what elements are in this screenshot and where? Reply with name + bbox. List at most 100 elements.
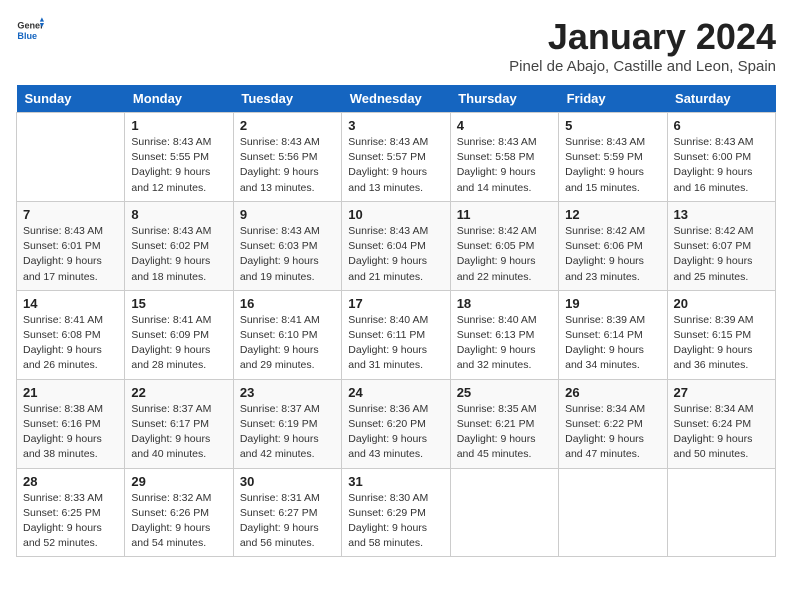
cell-text: Sunrise: 8:33 AM Sunset: 6:25 PM Dayligh… <box>23 491 118 552</box>
calendar-cell <box>17 113 125 202</box>
calendar-cell: 17 Sunrise: 8:40 AM Sunset: 6:11 PM Dayli… <box>342 290 450 379</box>
day-number: 20 <box>674 296 769 311</box>
week-row-1: 1 Sunrise: 8:43 AM Sunset: 5:55 PM Daylig… <box>17 113 776 202</box>
calendar-cell: 15 Sunrise: 8:41 AM Sunset: 6:09 PM Dayli… <box>125 290 233 379</box>
cell-text: Sunrise: 8:42 AM Sunset: 6:05 PM Dayligh… <box>457 224 552 285</box>
week-row-3: 14 Sunrise: 8:41 AM Sunset: 6:08 PM Dayli… <box>17 290 776 379</box>
day-number: 25 <box>457 385 552 400</box>
day-number: 2 <box>240 118 335 133</box>
cell-text: Sunrise: 8:42 AM Sunset: 6:07 PM Dayligh… <box>674 224 769 285</box>
calendar-cell: 12 Sunrise: 8:42 AM Sunset: 6:06 PM Dayli… <box>559 201 667 290</box>
cell-text: Sunrise: 8:40 AM Sunset: 6:11 PM Dayligh… <box>348 313 443 374</box>
cell-text: Sunrise: 8:36 AM Sunset: 6:20 PM Dayligh… <box>348 402 443 463</box>
day-number: 6 <box>674 118 769 133</box>
day-number: 19 <box>565 296 660 311</box>
day-number: 7 <box>23 207 118 222</box>
cell-text: Sunrise: 8:43 AM Sunset: 6:01 PM Dayligh… <box>23 224 118 285</box>
cell-text: Sunrise: 8:32 AM Sunset: 6:26 PM Dayligh… <box>131 491 226 552</box>
col-header-wednesday: Wednesday <box>342 85 450 113</box>
week-row-2: 7 Sunrise: 8:43 AM Sunset: 6:01 PM Daylig… <box>17 201 776 290</box>
logo-icon: General Blue <box>16 16 44 44</box>
calendar-cell: 20Sunrise: 8:39 AM Sunset: 6:15 PM Dayli… <box>667 290 775 379</box>
cell-text: Sunrise: 8:41 AM Sunset: 6:09 PM Dayligh… <box>131 313 226 374</box>
calendar-cell: 27 Sunrise: 8:34 AM Sunset: 6:24 PM Dayli… <box>667 379 775 468</box>
day-number: 21 <box>23 385 118 400</box>
day-number: 22 <box>131 385 226 400</box>
cell-text: Sunrise: 8:43 AM Sunset: 5:56 PM Dayligh… <box>240 135 335 196</box>
day-number: 9 <box>240 207 335 222</box>
cell-text: Sunrise: 8:38 AM Sunset: 6:16 PM Dayligh… <box>23 402 118 463</box>
calendar-cell: 28 Sunrise: 8:33 AM Sunset: 6:25 PM Dayli… <box>17 468 125 557</box>
day-number: 1 <box>131 118 226 133</box>
cell-text: Sunrise: 8:43 AM Sunset: 6:02 PM Dayligh… <box>131 224 226 285</box>
cell-text: Sunrise: 8:31 AM Sunset: 6:27 PM Dayligh… <box>240 491 335 552</box>
day-number: 24 <box>348 385 443 400</box>
week-row-4: 21 Sunrise: 8:38 AM Sunset: 6:16 PM Dayli… <box>17 379 776 468</box>
cell-text: Sunrise: 8:43 AM Sunset: 6:04 PM Dayligh… <box>348 224 443 285</box>
svg-text:General: General <box>17 21 44 31</box>
cell-text: Sunrise: 8:39 AM Sunset: 6:14 PM Dayligh… <box>565 313 660 374</box>
day-number: 13 <box>674 207 769 222</box>
col-header-tuesday: Tuesday <box>233 85 341 113</box>
calendar-cell <box>450 468 558 557</box>
day-number: 30 <box>240 474 335 489</box>
header-row: SundayMondayTuesdayWednesdayThursdayFrid… <box>17 85 776 113</box>
calendar-cell: 19 Sunrise: 8:39 AM Sunset: 6:14 PM Dayli… <box>559 290 667 379</box>
col-header-saturday: Saturday <box>667 85 775 113</box>
day-number: 14 <box>23 296 118 311</box>
cell-text: Sunrise: 8:43 AM Sunset: 6:00 PM Dayligh… <box>674 135 769 196</box>
cell-text: Sunrise: 8:37 AM Sunset: 6:17 PM Dayligh… <box>131 402 226 463</box>
week-row-5: 28 Sunrise: 8:33 AM Sunset: 6:25 PM Dayli… <box>17 468 776 557</box>
calendar-cell: 30 Sunrise: 8:31 AM Sunset: 6:27 PM Dayli… <box>233 468 341 557</box>
cell-text: Sunrise: 8:34 AM Sunset: 6:22 PM Dayligh… <box>565 402 660 463</box>
calendar-cell: 13 Sunrise: 8:42 AM Sunset: 6:07 PM Dayli… <box>667 201 775 290</box>
calendar-cell: 3Sunrise: 8:43 AM Sunset: 5:57 PM Daylig… <box>342 113 450 202</box>
calendar-cell: 21 Sunrise: 8:38 AM Sunset: 6:16 PM Dayli… <box>17 379 125 468</box>
calendar-header: SundayMondayTuesdayWednesdayThursdayFrid… <box>17 85 776 113</box>
calendar-cell <box>559 468 667 557</box>
svg-text:Blue: Blue <box>17 31 37 41</box>
cell-text: Sunrise: 8:37 AM Sunset: 6:19 PM Dayligh… <box>240 402 335 463</box>
cell-text: Sunrise: 8:35 AM Sunset: 6:21 PM Dayligh… <box>457 402 552 463</box>
cell-text: Sunrise: 8:43 AM Sunset: 5:59 PM Dayligh… <box>565 135 660 196</box>
cell-text: Sunrise: 8:42 AM Sunset: 6:06 PM Dayligh… <box>565 224 660 285</box>
cell-text: Sunrise: 8:43 AM Sunset: 5:57 PM Dayligh… <box>348 135 443 196</box>
calendar-cell <box>667 468 775 557</box>
day-number: 15 <box>131 296 226 311</box>
day-number: 16 <box>240 296 335 311</box>
day-number: 17 <box>348 296 443 311</box>
day-number: 23 <box>240 385 335 400</box>
cell-text: Sunrise: 8:41 AM Sunset: 6:10 PM Dayligh… <box>240 313 335 374</box>
day-number: 18 <box>457 296 552 311</box>
day-number: 27 <box>674 385 769 400</box>
calendar-cell: 14 Sunrise: 8:41 AM Sunset: 6:08 PM Dayli… <box>17 290 125 379</box>
calendar-cell: 23 Sunrise: 8:37 AM Sunset: 6:19 PM Dayli… <box>233 379 341 468</box>
col-header-friday: Friday <box>559 85 667 113</box>
cell-text: Sunrise: 8:30 AM Sunset: 6:29 PM Dayligh… <box>348 491 443 552</box>
calendar-cell: 4 Sunrise: 8:43 AM Sunset: 5:58 PM Daylig… <box>450 113 558 202</box>
calendar-cell: 10Sunrise: 8:43 AM Sunset: 6:04 PM Dayli… <box>342 201 450 290</box>
calendar-table: SundayMondayTuesdayWednesdayThursdayFrid… <box>16 85 776 557</box>
day-number: 12 <box>565 207 660 222</box>
day-number: 28 <box>23 474 118 489</box>
cell-text: Sunrise: 8:43 AM Sunset: 5:58 PM Dayligh… <box>457 135 552 196</box>
calendar-subtitle: Pinel de Abajo, Castille and Leon, Spain <box>509 58 776 75</box>
day-number: 11 <box>457 207 552 222</box>
calendar-cell: 6 Sunrise: 8:43 AM Sunset: 6:00 PM Daylig… <box>667 113 775 202</box>
logo: General Blue <box>16 16 44 44</box>
calendar-cell: 22 Sunrise: 8:37 AM Sunset: 6:17 PM Dayli… <box>125 379 233 468</box>
calendar-cell: 8Sunrise: 8:43 AM Sunset: 6:02 PM Daylig… <box>125 201 233 290</box>
day-number: 5 <box>565 118 660 133</box>
calendar-body: 1 Sunrise: 8:43 AM Sunset: 5:55 PM Daylig… <box>17 113 776 557</box>
calendar-title: January 2024 <box>509 16 776 58</box>
day-number: 29 <box>131 474 226 489</box>
cell-text: Sunrise: 8:43 AM Sunset: 5:55 PM Dayligh… <box>131 135 226 196</box>
day-number: 4 <box>457 118 552 133</box>
calendar-cell: 16 Sunrise: 8:41 AM Sunset: 6:10 PM Dayli… <box>233 290 341 379</box>
calendar-cell: 24 Sunrise: 8:36 AM Sunset: 6:20 PM Dayli… <box>342 379 450 468</box>
cell-text: Sunrise: 8:34 AM Sunset: 6:24 PM Dayligh… <box>674 402 769 463</box>
day-number: 26 <box>565 385 660 400</box>
day-number: 31 <box>348 474 443 489</box>
cell-text: Sunrise: 8:41 AM Sunset: 6:08 PM Dayligh… <box>23 313 118 374</box>
calendar-cell: 1 Sunrise: 8:43 AM Sunset: 5:55 PM Daylig… <box>125 113 233 202</box>
